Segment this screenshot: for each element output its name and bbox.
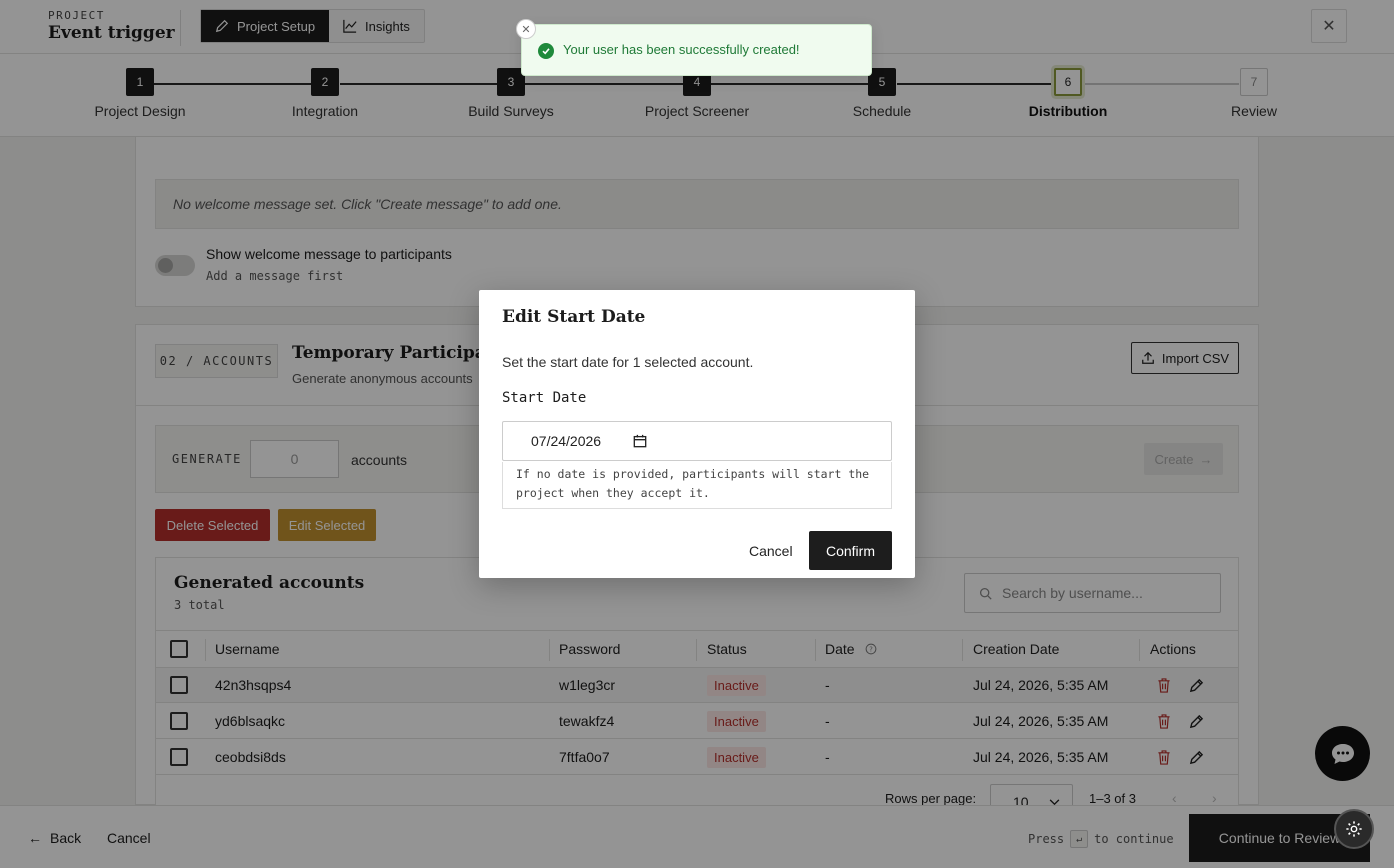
- start-date-label: Start Date: [502, 390, 587, 406]
- gear-icon: [1346, 821, 1362, 837]
- start-date-input[interactable]: 07/24/2026: [502, 421, 892, 461]
- edit-start-date-dialog: Edit Start Date Set the start date for 1…: [479, 290, 915, 578]
- check-circle-icon: [538, 43, 554, 59]
- toast-message: Your user has been successfully created!: [563, 42, 800, 57]
- dialog-confirm-button[interactable]: Confirm: [809, 531, 892, 570]
- toast-close-button[interactable]: ✕: [516, 19, 536, 39]
- close-icon: ✕: [521, 23, 531, 36]
- dialog-description: Set the start date for 1 selected accoun…: [502, 354, 754, 370]
- success-toast: ✕ Your user has been successfully create…: [516, 19, 872, 76]
- settings-button[interactable]: [1334, 809, 1374, 849]
- start-date-value: 07/24/2026: [531, 433, 602, 449]
- dialog-title: Edit Start Date: [502, 307, 646, 327]
- dialog-cancel-button[interactable]: Cancel: [749, 543, 793, 559]
- calendar-icon[interactable]: [633, 434, 647, 448]
- start-date-help: If no date is provided, participants wil…: [502, 462, 892, 509]
